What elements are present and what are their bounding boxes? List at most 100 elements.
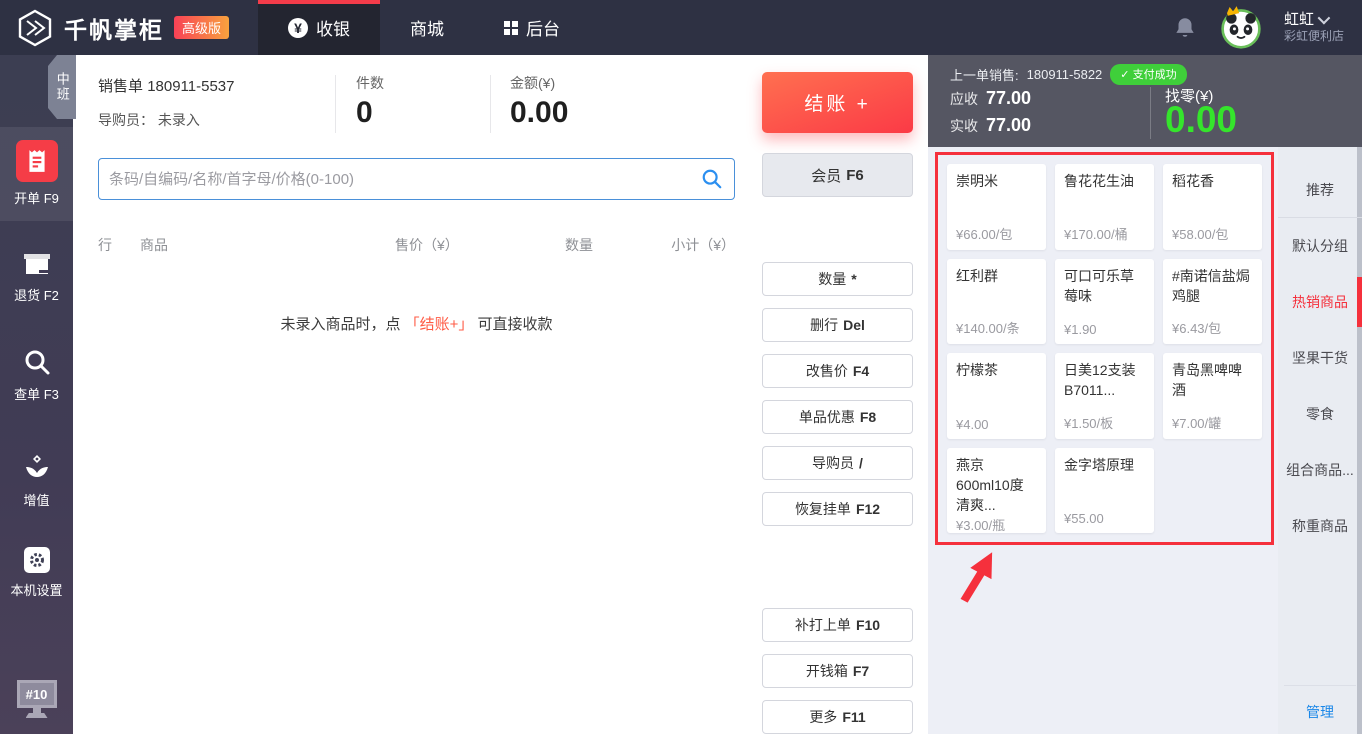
change-price-button[interactable]: 改售价F4	[762, 354, 913, 388]
gear-icon	[24, 547, 50, 573]
sidebar-item-label: 开单 F9	[14, 191, 59, 206]
change-value: 0.00	[1165, 101, 1237, 138]
product-search-input[interactable]	[98, 158, 735, 200]
product-name: 金字塔原理	[1064, 455, 1145, 475]
product-card[interactable]: 金字塔原理 ¥55.00	[1055, 448, 1154, 534]
manage-link[interactable]: 管理	[1278, 702, 1362, 722]
monitor-icon: #10	[17, 680, 57, 708]
sidebar-item-label: 查单 F3	[14, 387, 59, 402]
reprint-last-button[interactable]: 补打上单F10	[762, 608, 913, 642]
app-title: 千帆掌柜	[64, 11, 164, 45]
category-combo[interactable]: 组合商品...	[1278, 442, 1362, 498]
right-panel: 上一单销售: 180911-5822 ✓ 支付成功 应收 77.00 实收 77…	[928, 55, 1362, 734]
order-table-header: 行 商品 售价（¥） 数量 小计（¥）	[98, 235, 735, 255]
product-price: ¥66.00/包	[956, 224, 1037, 243]
grid-icon	[504, 21, 518, 35]
tab-label: 商城	[410, 15, 444, 40]
received-value: 77.00	[986, 115, 1031, 136]
more-button[interactable]: 更多F11	[762, 700, 913, 734]
quantity-button[interactable]: 数量*	[762, 262, 913, 296]
main-tabs: ¥ 收银 商城 后台	[258, 0, 590, 55]
sidebar-item-find-order[interactable]: 查单 F3	[0, 347, 73, 403]
guide-line: 导购员： 未录入	[98, 110, 200, 130]
product-name: 柠檬茶	[956, 360, 1037, 380]
tab-mall[interactable]: 商城	[380, 0, 474, 55]
guide-button[interactable]: 导购员/	[762, 446, 913, 480]
product-name: 可口可乐草莓味	[1064, 266, 1145, 307]
divider	[490, 75, 491, 133]
product-card[interactable]: 青岛黑啤啤酒 ¥7.00/罐	[1163, 353, 1262, 439]
checkout-button[interactable]: 结账 +	[762, 72, 913, 133]
search-icon[interactable]	[701, 168, 723, 190]
terminal-id: #10	[26, 687, 48, 702]
shift-tag[interactable]: 中班	[48, 55, 76, 119]
product-price: ¥58.00/包	[1172, 224, 1253, 243]
tab-cashier[interactable]: ¥ 收银	[258, 0, 380, 55]
product-card[interactable]: 日美12支装B7011... ¥1.50/板	[1055, 353, 1154, 439]
checkout-hint-highlight: 「结账+」	[405, 316, 474, 333]
col-row: 行	[98, 235, 140, 255]
guide-value: 未录入	[158, 112, 200, 128]
product-card[interactable]: 柠檬茶 ¥4.00	[947, 353, 1046, 439]
category-sidebar: 推荐 默认分组 热销商品 坚果干货 零食 组合商品... 称重商品 管理	[1278, 147, 1362, 734]
category-weighed[interactable]: 称重商品	[1278, 498, 1362, 554]
member-button[interactable]: 会员 F6	[762, 153, 913, 197]
amount-value: 0.00	[510, 96, 568, 130]
product-price: ¥3.00/瓶	[956, 515, 1037, 533]
app-logo: 千帆掌柜 高级版	[0, 9, 258, 47]
col-price: 售价（¥）	[395, 235, 565, 255]
product-price: ¥170.00/桶	[1064, 224, 1145, 243]
category-hot-products[interactable]: 热销商品	[1278, 274, 1362, 330]
product-price: ¥4.00	[956, 417, 1037, 432]
sidebar-item-label: 增值	[23, 493, 49, 508]
guide-label: 导购员：	[98, 112, 154, 128]
divider	[335, 75, 336, 133]
product-price: ¥6.43/包	[1172, 318, 1253, 337]
col-subtotal: 小计（¥）	[655, 235, 735, 255]
sidebar-item-local-settings[interactable]: 本机设置	[0, 547, 73, 599]
left-sidebar: 中班 开单 F9 退货 F2	[0, 55, 73, 734]
product-card[interactable]: 崇明米 ¥66.00/包	[947, 164, 1046, 250]
chevron-down-icon	[1318, 12, 1331, 25]
category-recommended[interactable]: 推荐	[1278, 162, 1362, 218]
product-card[interactable]: 燕京600ml10度清爽... ¥3.00/瓶	[947, 448, 1046, 534]
open-drawer-button[interactable]: 开钱箱F7	[762, 654, 913, 688]
panda-crown-avatar[interactable]	[1220, 7, 1262, 49]
sidebar-item-new-order[interactable]: 开单 F9	[0, 127, 73, 221]
terminal-indicator: #10	[0, 680, 73, 718]
product-price: ¥55.00	[1064, 511, 1145, 526]
product-name: #南诺信盐焗鸡腿	[1172, 266, 1253, 307]
user-block[interactable]: 虹虹 彩虹便利店	[1284, 10, 1344, 45]
delete-row-button[interactable]: 删行Del	[762, 308, 913, 342]
category-snacks[interactable]: 零食	[1278, 386, 1362, 442]
product-card[interactable]: 可口可乐草莓味 ¥1.90	[1055, 259, 1154, 345]
tab-label: 收银	[316, 15, 350, 40]
amount-stat: 金额(¥) 0.00	[510, 73, 568, 130]
product-card[interactable]: 红利群 ¥140.00/条	[947, 259, 1046, 345]
product-card[interactable]: #南诺信盐焗鸡腿 ¥6.43/包	[1163, 259, 1262, 345]
product-card[interactable]: 稻花香 ¥58.00/包	[1163, 164, 1262, 250]
search-icon	[22, 347, 52, 377]
resume-order-button[interactable]: 恢复挂单F12	[762, 492, 913, 526]
tab-backend[interactable]: 后台	[474, 0, 590, 55]
product-price: ¥1.90	[1064, 322, 1145, 337]
sidebar-item-label: 本机设置	[10, 583, 62, 598]
hot-products-area: 崇明米 ¥66.00/包 鲁花花生油 ¥170.00/桶 稻花香 ¥58.00/…	[928, 147, 1278, 734]
product-name: 稻花香	[1172, 171, 1253, 191]
receivable-value: 77.00	[986, 88, 1031, 109]
items-count-stat: 件数 0	[356, 73, 384, 130]
product-card[interactable]: 鲁花花生油 ¥170.00/桶	[1055, 164, 1154, 250]
category-nuts-dried[interactable]: 坚果干货	[1278, 330, 1362, 386]
col-qty: 数量	[565, 235, 655, 255]
receivable-label: 应收	[950, 89, 978, 109]
category-default-group[interactable]: 默认分组	[1278, 218, 1362, 274]
sale-number-line: 销售单 180911-5537	[98, 75, 235, 96]
red-arrow-annotation	[944, 547, 1014, 607]
sidebar-item-value-added[interactable]: 增值	[0, 453, 73, 509]
product-name: 日美12支装B7011...	[1064, 360, 1145, 401]
bell-icon[interactable]	[1172, 15, 1198, 41]
qty-value: 0	[356, 96, 384, 130]
tab-label: 后台	[526, 15, 560, 40]
sidebar-item-returns[interactable]: 退货 F2	[0, 250, 73, 304]
item-discount-button[interactable]: 单品优惠F8	[762, 400, 913, 434]
